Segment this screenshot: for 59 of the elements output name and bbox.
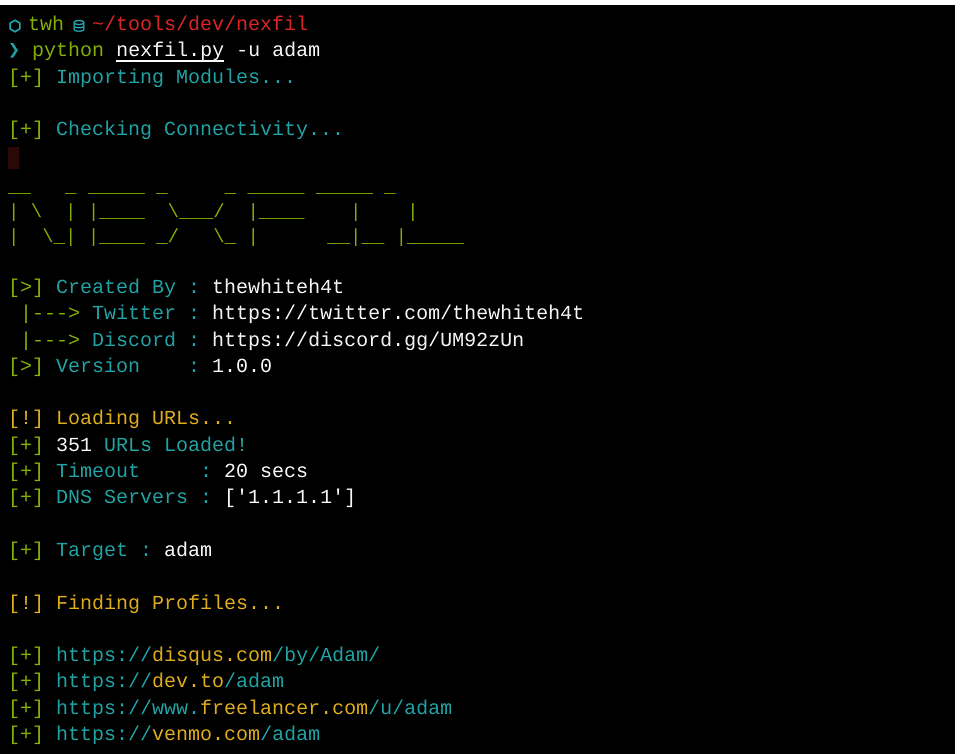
command-script: nexfil.py — [116, 39, 224, 66]
field-label: Target — [56, 538, 130, 565]
field-label: Version — [56, 354, 142, 381]
field-value: ['1.1.1.1'] — [224, 486, 356, 512]
status-marker: [+] — [8, 118, 44, 144]
profile-url[interactable]: https://disqus.com/by/Adam/ — [56, 644, 380, 670]
status-marker: [!] — [8, 407, 44, 434]
field-label: Twitter — [92, 302, 178, 328]
field-marker: |---> — [20, 302, 80, 328]
field-marker: [>] — [8, 276, 44, 302]
field-marker: |---> — [20, 328, 80, 355]
status-marker: [+] — [8, 434, 44, 460]
field-separator: : — [188, 276, 200, 302]
field-label: Timeout — [56, 460, 142, 486]
field-marker: [+] — [8, 486, 44, 512]
ascii-art-text: | \ | |____ \___/ |____ | | — [8, 200, 418, 225]
status-text: Checking Connectivity... — [56, 118, 344, 144]
status-text: Importing Modules... — [56, 66, 296, 92]
profile-url[interactable]: https://dev.to/adam — [56, 670, 284, 697]
field-label: Created By — [56, 276, 178, 302]
profile-url[interactable]: https://venmo.com/adam — [56, 723, 320, 750]
command-program: python — [32, 39, 104, 66]
field-value: https://twitter.com/thewhiteh4t — [212, 302, 584, 328]
database-icon — [72, 18, 86, 34]
field-value: 20 secs — [224, 460, 308, 486]
status-text: Finding Profiles... — [56, 592, 284, 618]
field-marker: [>] — [8, 354, 44, 381]
field-value: adam — [164, 538, 212, 565]
status-marker: [+] — [8, 723, 44, 750]
field-separator: : — [188, 328, 200, 355]
field-marker: [+] — [8, 460, 44, 486]
field-value: https://discord.gg/UM92zUn — [212, 328, 524, 355]
status-text: Loading URLs... — [56, 407, 236, 434]
ascii-art-text: | \_| |____ _/ \_ | __|__ |_____ — [8, 224, 464, 250]
field-separator: : — [188, 354, 200, 381]
prompt-path: ~/tools/dev/nexfil — [92, 13, 308, 39]
url-count: 351 — [56, 434, 92, 460]
field-separator: : — [140, 538, 152, 565]
status-text: URLs Loaded! — [104, 434, 248, 460]
profile-url[interactable]: https://www.freelancer.com/u/adam — [56, 696, 452, 724]
status-marker: [+] — [8, 644, 44, 670]
field-label: Discord — [92, 328, 178, 355]
cursor-block — [8, 146, 19, 169]
status-marker: [+] — [8, 696, 44, 723]
command-arguments: -u adam — [236, 39, 320, 66]
field-value: 1.0.0 — [212, 354, 272, 381]
prompt-symbol: ❯ — [8, 39, 20, 66]
field-value: thewhiteh4t — [212, 276, 344, 302]
field-separator: : — [200, 460, 212, 486]
field-marker: [+] — [8, 538, 44, 565]
field-separator: : — [188, 302, 200, 328]
status-marker: [+] — [8, 670, 44, 696]
field-label: DNS Servers — [56, 486, 190, 512]
status-marker: [+] — [8, 66, 44, 92]
ascii-art-text: __ _ _____ _ _ _____ _____ _ — [8, 174, 396, 200]
status-marker: [!] — [8, 592, 44, 618]
hexagon-icon — [8, 18, 22, 34]
prompt-user: twh — [28, 13, 64, 39]
field-separator: : — [200, 486, 212, 512]
